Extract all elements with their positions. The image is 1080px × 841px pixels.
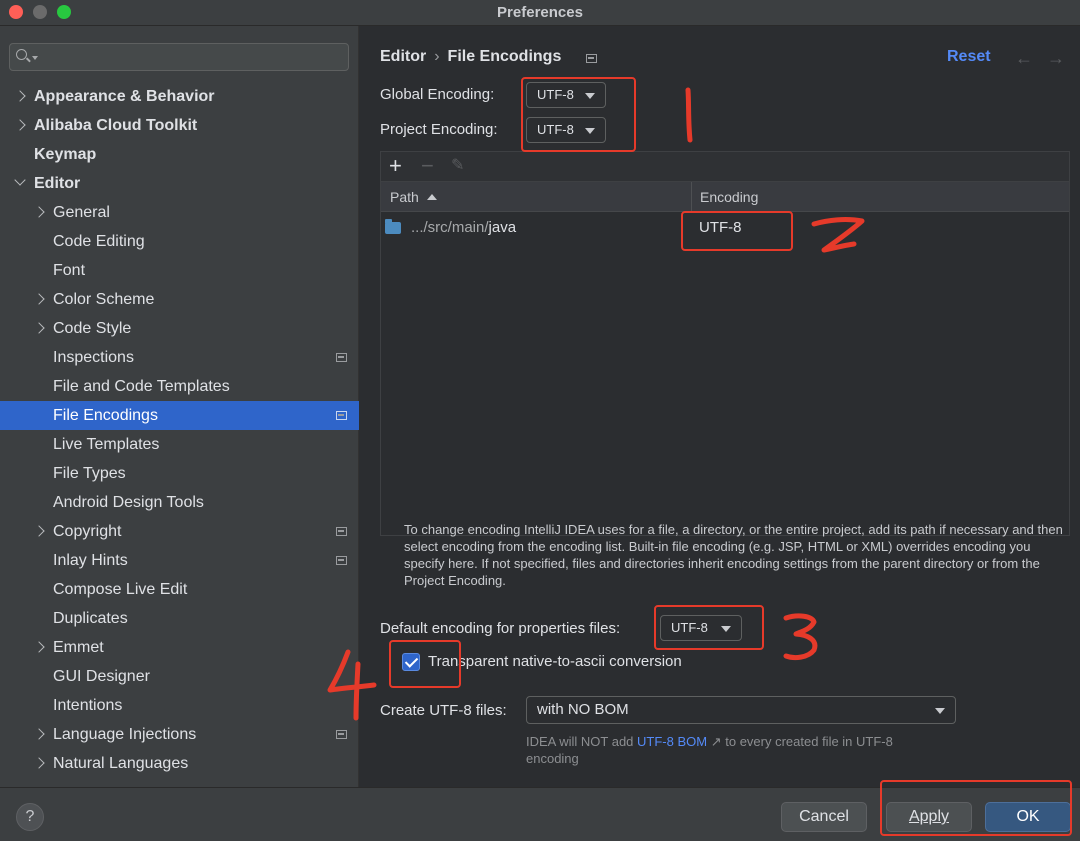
project-scope-icon <box>586 54 597 63</box>
create-utf8-select[interactable]: with NO BOM <box>526 696 956 724</box>
bom-note: IDEA will NOT add UTF-8 BOM ↗ to every c… <box>526 734 893 766</box>
create-utf8-label: Create UTF-8 files: <box>380 702 507 719</box>
sidebar-item-emmet[interactable]: Emmet <box>0 633 359 662</box>
sidebar-item-color-scheme[interactable]: Color Scheme <box>0 285 359 314</box>
properties-encoding-label: Default encoding for properties files: <box>380 620 621 637</box>
annotation-number-4 <box>327 649 377 721</box>
column-divider[interactable] <box>691 182 692 212</box>
breadcrumb-separator: › <box>434 48 440 65</box>
chevron-right-icon[interactable] <box>33 525 45 537</box>
project-scope-icon <box>336 556 347 565</box>
breadcrumb-current: File Encodings <box>447 48 562 65</box>
dropdown-arrow-icon <box>935 708 945 714</box>
sidebar-item-natural-languages[interactable]: Natural Languages <box>0 749 359 778</box>
search-icon <box>16 49 27 60</box>
column-header-path[interactable]: Path <box>390 189 437 205</box>
sort-ascending-icon <box>426 194 437 200</box>
chevron-right-icon[interactable] <box>14 119 26 131</box>
sidebar-item-code-style[interactable]: Code Style <box>0 314 359 343</box>
path-cell[interactable]: .../src/main/java <box>411 219 516 236</box>
chevron-down-icon[interactable] <box>14 174 26 186</box>
help-button[interactable]: ? <box>16 803 44 831</box>
annotation-box-2 <box>681 211 793 251</box>
annotation-box-1 <box>521 77 636 152</box>
annotation-number-1 <box>685 87 693 143</box>
chevron-right-icon[interactable] <box>33 728 45 740</box>
cancel-button[interactable]: Cancel <box>781 802 867 832</box>
chevron-right-icon[interactable] <box>33 757 45 769</box>
sidebar-item-copyright[interactable]: Copyright <box>0 517 359 546</box>
settings-sidebar: Appearance & Behavior Alibaba Cloud Tool… <box>0 26 359 787</box>
remove-icon[interactable]: − <box>421 154 434 178</box>
file-encodings-panel: Editor › File Encodings Reset ← → Global E… <box>360 26 1080 787</box>
title-bar: Preferences <box>0 0 1080 26</box>
folder-icon <box>385 219 401 234</box>
native-to-ascii-label[interactable]: Transparent native-to-ascii conversion <box>428 653 682 670</box>
settings-search-input[interactable] <box>9 43 349 71</box>
sidebar-item-live-templates[interactable]: Live Templates <box>0 430 359 459</box>
help-text: To change encoding IntelliJ IDEA uses fo… <box>404 522 1063 588</box>
table-toolbar: + − ✎ <box>380 151 1070 181</box>
chevron-right-icon[interactable] <box>33 322 45 334</box>
utf8-bom-link[interactable]: UTF-8 BOM <box>637 734 707 749</box>
breadcrumb-parent[interactable]: Editor <box>380 48 426 65</box>
chevron-right-icon[interactable] <box>33 641 45 653</box>
sidebar-item-keymap[interactable]: Keymap <box>0 140 359 169</box>
sidebar-item-file-types[interactable]: File Types <box>0 459 359 488</box>
chevron-right-icon[interactable] <box>14 90 26 102</box>
breadcrumb: Editor › File Encodings <box>380 48 561 66</box>
edit-icon[interactable]: ✎ <box>451 154 464 178</box>
settings-tree: Appearance & Behavior Alibaba Cloud Tool… <box>0 82 359 778</box>
sidebar-item-language-injections[interactable]: Language Injections <box>0 720 359 749</box>
annotation-number-3 <box>783 613 818 661</box>
sidebar-item-appearance-behavior[interactable]: Appearance & Behavior <box>0 82 359 111</box>
search-history-dropdown-icon[interactable] <box>32 56 38 60</box>
column-header-encoding[interactable]: Encoding <box>700 189 758 205</box>
sidebar-item-file-and-code-templates[interactable]: File and Code Templates <box>0 372 359 401</box>
sidebar-item-code-editing[interactable]: Code Editing <box>0 227 359 256</box>
sidebar-item-editor[interactable]: Editor <box>0 169 359 198</box>
reset-button[interactable]: Reset <box>947 48 991 66</box>
sidebar-item-intentions[interactable]: Intentions <box>0 691 359 720</box>
annotation-box-3 <box>654 605 764 650</box>
global-encoding-label: Global Encoding: <box>380 86 495 103</box>
sidebar-item-inlay-hints[interactable]: Inlay Hints <box>0 546 359 575</box>
project-encoding-label: Project Encoding: <box>380 121 498 138</box>
back-arrow-icon[interactable]: ← <box>1015 48 1033 69</box>
forward-arrow-icon[interactable]: → <box>1047 48 1065 69</box>
chevron-right-icon[interactable] <box>33 206 45 218</box>
window-title: Preferences <box>497 4 583 21</box>
sidebar-item-alibaba-cloud-toolkit[interactable]: Alibaba Cloud Toolkit <box>0 111 359 140</box>
project-scope-icon <box>336 527 347 536</box>
project-scope-icon <box>336 411 347 420</box>
sidebar-item-font[interactable]: Font <box>0 256 359 285</box>
annotation-box-buttons <box>880 780 1072 836</box>
external-link-icon: ↗ <box>710 734 722 749</box>
chevron-right-icon[interactable] <box>33 293 45 305</box>
project-scope-icon <box>336 730 347 739</box>
annotation-number-2 <box>811 217 865 253</box>
sidebar-item-inspections[interactable]: Inspections <box>0 343 359 372</box>
sidebar-item-duplicates[interactable]: Duplicates <box>0 604 359 633</box>
sidebar-item-general[interactable]: General <box>0 198 359 227</box>
project-scope-icon <box>336 353 347 362</box>
sidebar-item-file-encodings[interactable]: File Encodings <box>0 401 359 430</box>
sidebar-item-gui-designer[interactable]: GUI Designer <box>0 662 359 691</box>
table-header: Path Encoding <box>381 182 1069 212</box>
annotation-box-4 <box>389 640 461 688</box>
sidebar-item-compose-live-edit[interactable]: Compose Live Edit <box>0 575 359 604</box>
add-icon[interactable]: + <box>389 154 402 178</box>
sidebar-item-android-design-tools[interactable]: Android Design Tools <box>0 488 359 517</box>
